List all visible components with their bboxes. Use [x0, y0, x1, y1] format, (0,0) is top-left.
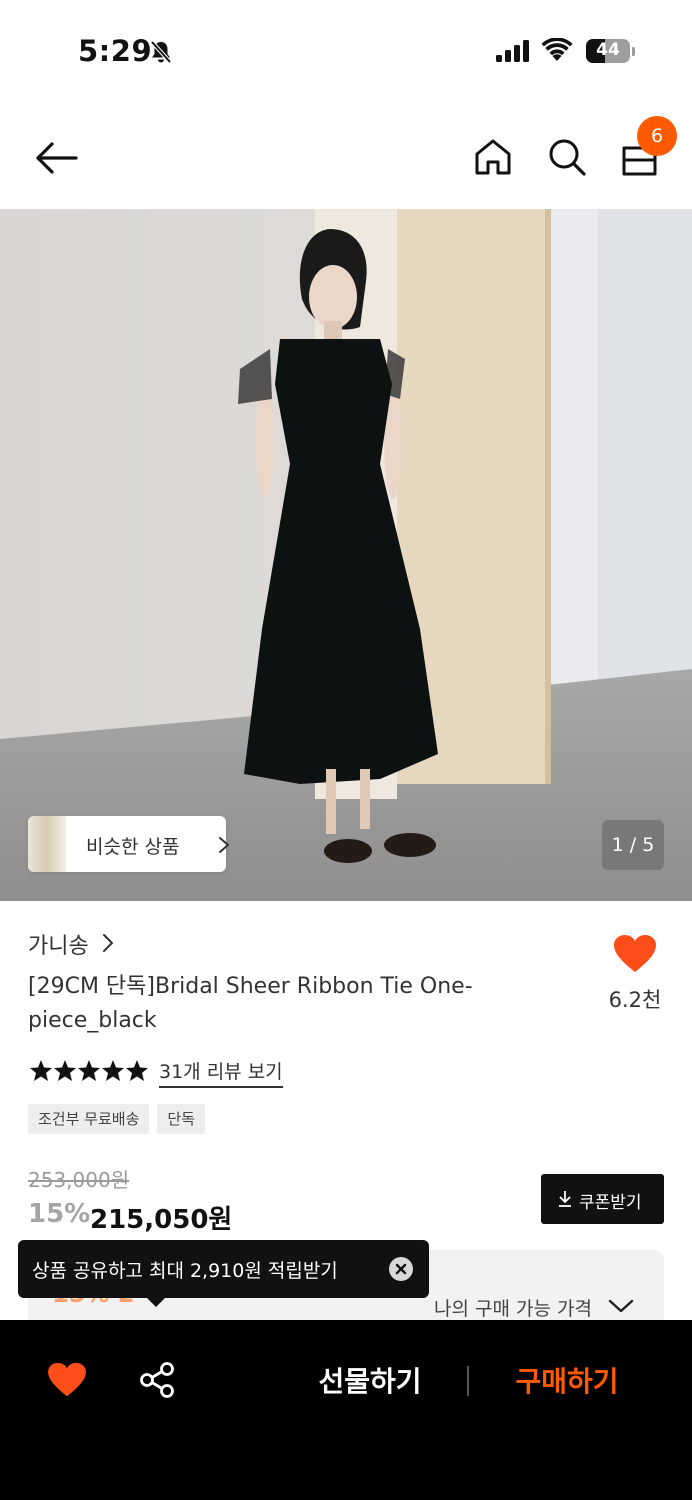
tag-exclusive: 단독	[157, 1104, 205, 1134]
buy-button[interactable]: 구매하기	[497, 1360, 637, 1400]
star-icon	[30, 1060, 52, 1081]
tag-free-shipping: 조건부 무료배송	[28, 1104, 150, 1134]
my-price-label: 나의 구매 가능 가격	[434, 1298, 592, 1320]
heart-icon[interactable]	[47, 1362, 87, 1398]
discount-rate: 15%	[28, 1199, 91, 1229]
share-reward-toast: 상품 공유하고 최대 2,910원 적립받기	[18, 1240, 429, 1298]
star-icon	[102, 1060, 124, 1081]
search-icon[interactable]	[546, 136, 588, 178]
bottom-action-bar	[0, 1320, 692, 1500]
product-photo	[0, 209, 692, 901]
toast-pointer	[146, 1297, 166, 1307]
download-icon	[559, 1191, 571, 1207]
original-price: 253,000원	[28, 1168, 130, 1192]
battery-cap	[632, 47, 635, 56]
sale-price: 215,050원	[90, 1205, 233, 1235]
coupon-label: 쿠폰받기	[579, 1193, 642, 1213]
wifi-icon	[541, 38, 573, 61]
chevron-down-icon[interactable]	[608, 1298, 634, 1314]
product-tags: 조건부 무료배송 단독	[28, 1104, 205, 1134]
brand-link[interactable]: 가니송	[28, 928, 89, 960]
product-image[interactable]	[0, 209, 692, 901]
coupon-button[interactable]: 쿠폰받기	[541, 1174, 664, 1224]
toast-message: 상품 공유하고 최대 2,910원 적립받기	[32, 1260, 338, 1282]
status-bar: 5:29 44	[0, 0, 692, 100]
product-title: [29CM 단독]Bridal Sheer Ribbon Tie One-pie…	[28, 974, 473, 1033]
battery-level: 44	[596, 40, 620, 60]
top-navigation	[0, 110, 692, 208]
share-icon[interactable]	[138, 1361, 176, 1399]
bell-slash-icon	[150, 40, 172, 64]
back-arrow-icon[interactable]	[30, 138, 80, 178]
bottom-bar-divider	[467, 1366, 469, 1396]
star-icon	[126, 1060, 148, 1081]
similar-product-thumbnail	[28, 816, 66, 872]
home-icon[interactable]	[472, 136, 514, 178]
toast-close-button[interactable]	[389, 1257, 413, 1281]
battery-indicator: 44	[586, 39, 630, 63]
star-icon	[78, 1060, 100, 1081]
review-link[interactable]: 31개 리뷰 보기	[159, 1057, 283, 1088]
similar-products-button[interactable]: 비슷한 상품	[28, 816, 229, 872]
signal-icon	[496, 40, 529, 62]
cart-count-badge: 6	[637, 116, 677, 156]
status-time: 5:29	[78, 34, 153, 68]
chevron-right-icon	[103, 934, 113, 952]
heart-icon[interactable]	[613, 934, 657, 974]
image-page-indicator: 1 / 5	[602, 820, 664, 870]
like-count: 6.2천	[608, 988, 662, 1012]
chevron-right-icon	[219, 837, 229, 853]
similar-products-label: 비슷한 상품	[86, 836, 180, 858]
close-icon	[395, 1263, 407, 1275]
gift-button[interactable]: 선물하기	[300, 1360, 440, 1400]
rating-stars	[30, 1060, 148, 1081]
star-icon	[54, 1060, 76, 1081]
